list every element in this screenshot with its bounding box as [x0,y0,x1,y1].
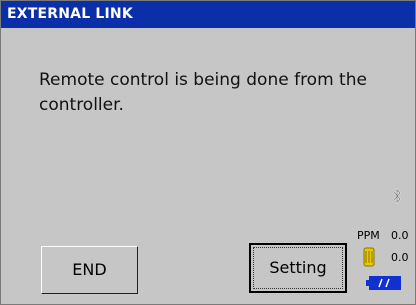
ppm-value: 0.0 [391,229,409,242]
status-message: Remote control is being done from the co… [39,70,367,115]
bluetooth-icon [393,188,402,204]
title-bar: EXTERNAL LINK [1,1,415,28]
window-title: EXTERNAL LINK [7,6,133,22]
setting-button-focus: Setting [253,247,343,289]
battery-icon [366,276,401,290]
device-screen: EXTERNAL LINK Remote control is being do… [0,0,416,305]
setting-button[interactable]: Setting [249,243,347,293]
end-button-label: END [72,260,107,279]
setting-button-label: Setting [269,258,327,277]
end-button[interactable]: END [41,246,138,294]
sensor-icon [363,247,375,267]
ppm-label: PPM [357,229,380,242]
sensor-value: 0.0 [391,251,409,264]
